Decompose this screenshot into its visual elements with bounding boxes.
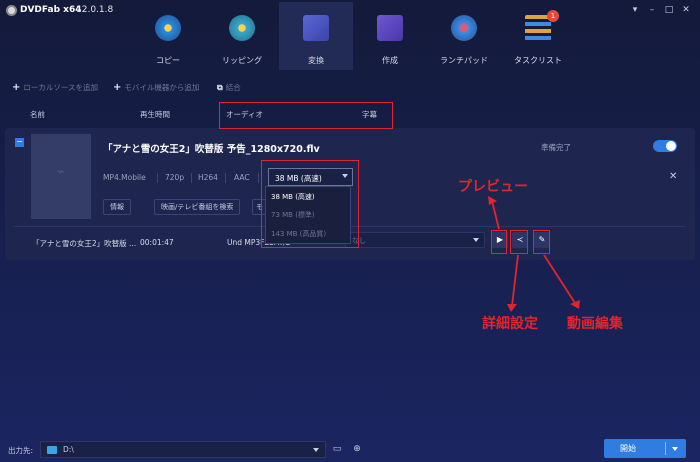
start-label: 開始	[620, 444, 636, 453]
settings-arrowhead	[507, 304, 517, 312]
globe-icon[interactable]: ⊕	[351, 444, 363, 455]
edit-arrow	[543, 254, 576, 304]
annotation-edit: 動画編集	[567, 316, 623, 332]
output-label: 出力先:	[8, 446, 34, 455]
chevron-down-icon	[313, 448, 319, 452]
annotation-arrows	[488, 196, 580, 312]
preview-arrow	[491, 200, 500, 230]
folder-icon	[47, 446, 57, 454]
browse-folder-icon[interactable]: ▭	[331, 444, 343, 455]
start-button[interactable]: 開始	[604, 439, 686, 458]
output-path-select[interactable]: D:\	[40, 441, 326, 458]
bottom-bar: 出力先: D:\ ▭ ⊕ 開始	[0, 438, 700, 462]
chevron-down-icon[interactable]	[672, 447, 678, 451]
settings-arrow	[511, 254, 519, 307]
annotation-settings: 詳細設定	[482, 316, 538, 332]
divider	[665, 442, 666, 455]
annotation-preview: プレビュー	[458, 179, 528, 195]
output-path-value: D:\	[63, 445, 74, 454]
